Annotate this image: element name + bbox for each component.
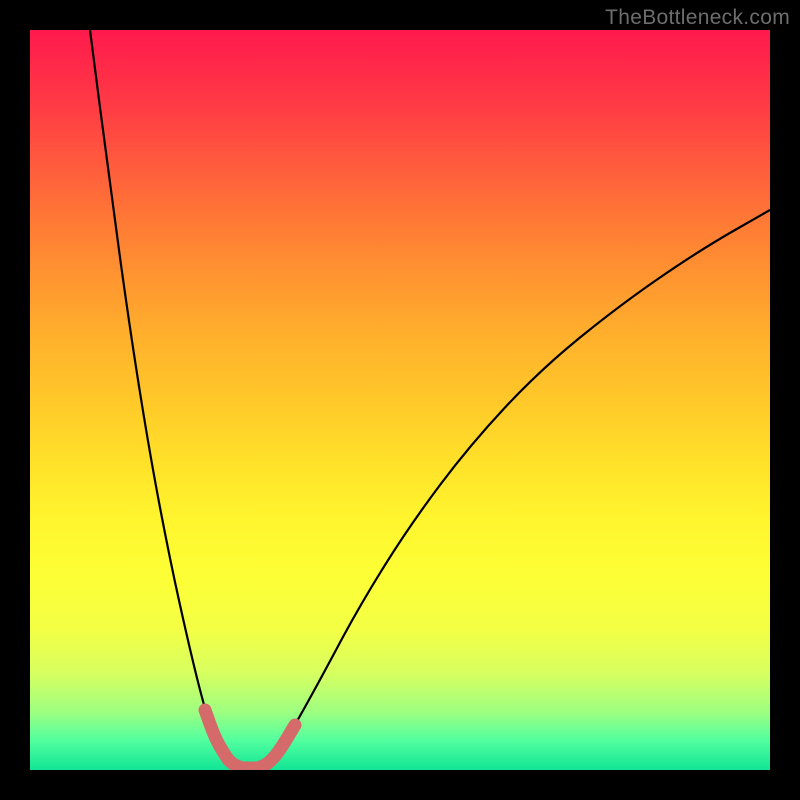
trough-highlight — [205, 710, 295, 768]
plot-area — [30, 30, 770, 770]
curve-layer — [30, 30, 770, 770]
curve-left-branch — [90, 30, 230, 762]
watermark-text: TheBottleneck.com — [605, 6, 790, 30]
curve-right-branch — [270, 210, 770, 762]
chart-frame: TheBottleneck.com — [0, 0, 800, 800]
